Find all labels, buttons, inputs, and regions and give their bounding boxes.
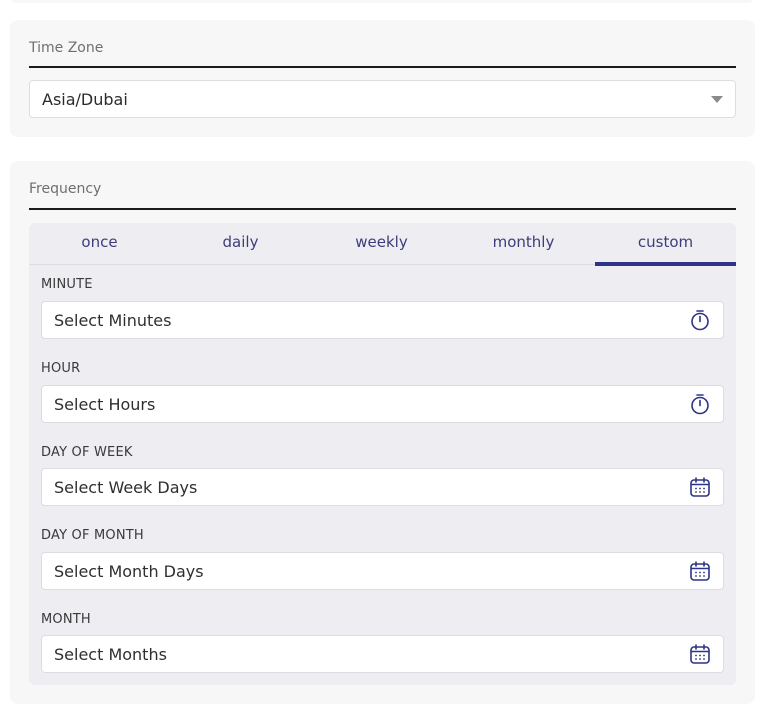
timezone-select[interactable]: Asia/Dubai: [29, 80, 736, 118]
frequency-label: Frequency: [29, 181, 102, 197]
calendar-icon: [690, 477, 710, 497]
calendar-icon: [690, 644, 710, 664]
day-of-week-select[interactable]: Select Week Days: [41, 468, 724, 506]
day-of-week-label: DAY OF WEEK: [41, 445, 133, 460]
tab-daily[interactable]: daily: [170, 223, 311, 263]
chevron-down-icon: [711, 96, 723, 103]
timezone-select-value: Asia/Dubai: [42, 90, 128, 109]
tab-weekly[interactable]: weekly: [311, 223, 452, 263]
minute-select[interactable]: Select Minutes: [41, 301, 724, 339]
calendar-icon: [690, 561, 710, 581]
stopwatch-icon: [691, 310, 709, 331]
month-select[interactable]: Select Months: [41, 635, 724, 673]
timezone-label-underline: [29, 66, 736, 68]
minute-label: MINUTE: [41, 277, 93, 292]
hour-label: HOUR: [41, 361, 81, 376]
timezone-label: Time Zone: [29, 40, 104, 56]
frequency-tab-panel: once daily weekly monthly custom MINUTE …: [29, 223, 736, 685]
tab-once[interactable]: once: [29, 223, 170, 263]
month-label: MONTH: [41, 612, 91, 627]
tab-custom[interactable]: custom: [595, 223, 736, 266]
frequency-tabs: once daily weekly monthly custom: [29, 223, 736, 266]
day-of-month-placeholder: Select Month Days: [54, 562, 204, 581]
previous-card-edge: [10, 0, 755, 3]
day-of-month-label: DAY OF MONTH: [41, 528, 144, 543]
day-of-month-select[interactable]: Select Month Days: [41, 552, 724, 590]
stopwatch-icon: [691, 394, 709, 415]
month-placeholder: Select Months: [54, 645, 167, 664]
day-of-week-placeholder: Select Week Days: [54, 478, 198, 497]
frequency-card: Frequency once daily weekly monthly cust…: [10, 161, 755, 704]
tab-monthly[interactable]: monthly: [453, 223, 594, 263]
hour-select[interactable]: Select Hours: [41, 385, 724, 423]
minute-placeholder: Select Minutes: [54, 311, 172, 330]
timezone-card: Time Zone Asia/Dubai: [10, 20, 755, 137]
hour-placeholder: Select Hours: [54, 395, 156, 414]
frequency-label-underline: [29, 208, 736, 210]
